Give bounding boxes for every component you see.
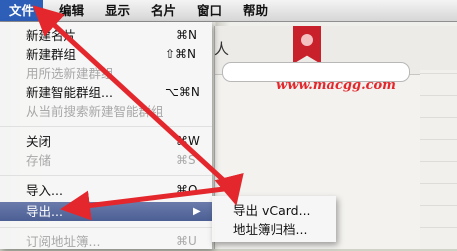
person-icon [301,34,313,46]
menu-edit[interactable]: 编辑 [50,0,93,21]
menu-item-save: 存储 ⌘S [0,151,212,170]
menu-item-shortcut: ⇧⌘N [165,47,197,61]
menu-item-label: 存储 [26,153,52,168]
menu-item-new-card[interactable]: 新建名片 ⌘N [0,26,212,45]
menu-item-export[interactable]: 导出... ▶ [0,202,212,221]
card-lines [420,70,457,249]
menu-item-shortcut: ⌥⌘N [165,85,200,99]
menu-item-new-group[interactable]: 新建群组 ⇧⌘N [0,45,212,64]
menu-item-label: 新建名片 [26,28,77,43]
menu-file[interactable]: 文件 [0,0,44,21]
menu-help[interactable]: 帮助 [234,0,277,21]
menubar: 文件 编辑 显示 名片 窗口 帮助 [0,0,457,22]
menu-item-label: 从当前搜索新建智能群组 [26,104,164,119]
menu-item-shortcut: ⌘S [176,153,196,167]
watermark-text: www.macgg.com [276,78,396,93]
menu-item-shortcut: ⌘U [176,234,197,248]
menu-separator [0,227,212,228]
menu-window[interactable]: 窗口 [188,0,231,21]
menu-item-shortcut: ⌘O [176,183,198,197]
menu-item-import[interactable]: 导入... ⌘O [0,181,212,200]
file-menu: 新建名片 ⌘N 新建群组 ⇧⌘N 用所选新建群组 新建智能群组... ⌥⌘N 从… [0,22,212,249]
menu-item-shortcut: ⌘W [176,134,200,148]
menu-item-new-smart-group[interactable]: 新建智能群组... ⌥⌘N [0,83,212,102]
submenu-item-export-vcard[interactable]: 导出 vCard... [233,201,311,220]
menu-item-label: 导入... [26,183,63,198]
menu-item-subscribe: 订阅地址簿... ⌘U [0,232,212,251]
menu-item-label: 关闭 [26,134,52,149]
export-submenu: 导出 vCard... 地址簿归档... [212,196,336,242]
submenu-item-archive[interactable]: 地址簿归档... [233,220,307,239]
menu-item-new-group-from-selection: 用所选新建群组 [0,64,212,83]
menu-item-smart-group-from-search: 从当前搜索新建智能群组 [0,102,212,121]
menu-item-label: 新建群组 [26,47,77,62]
menu-item-shortcut: ⌘N [176,28,197,42]
submenu-arrow-icon: ▶ [193,206,201,217]
menu-view[interactable]: 显示 [96,0,139,21]
menu-item-label: 订阅地址簿... [26,234,101,249]
menu-separator [0,126,212,127]
app-title: 人 [214,40,230,58]
menu-card[interactable]: 名片 [142,0,185,21]
menu-item-label: 用所选新建群组 [26,66,114,81]
menu-separator [0,175,212,176]
menu-item-close[interactable]: 关闭 ⌘W [0,132,212,151]
menu-item-label: 导出... [26,204,63,219]
menu-item-label: 新建智能群组... [26,85,113,100]
